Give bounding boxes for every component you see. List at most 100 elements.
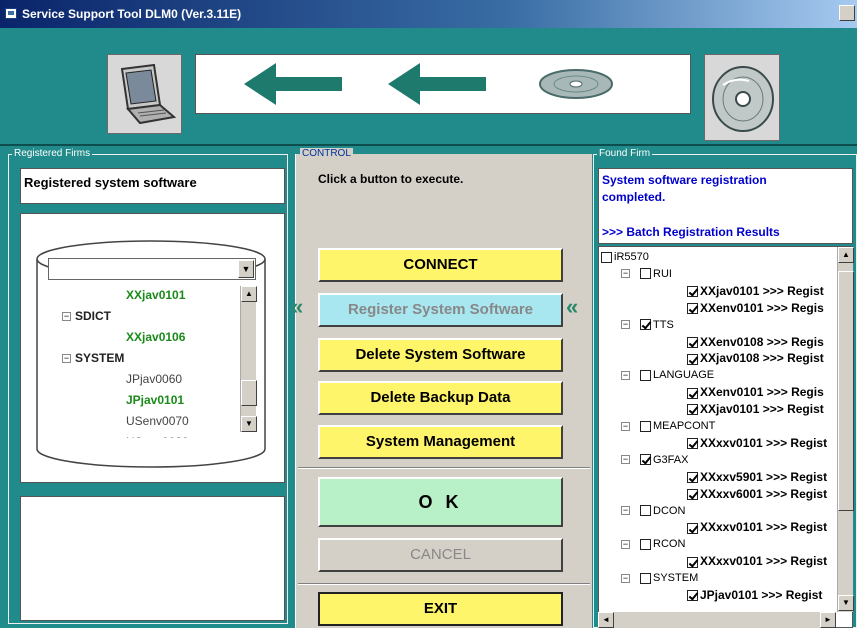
registered-tree-scrollbar[interactable]: ▲ ▼ [240, 286, 257, 432]
tree-item[interactable]: XXenv0101 >>> Regis [687, 300, 824, 317]
collapse-icon[interactable]: − [621, 539, 630, 549]
checkbox[interactable] [687, 438, 698, 450]
scroll-thumb[interactable] [241, 380, 257, 406]
checkbox[interactable] [687, 303, 698, 315]
tree-item-label: RUI [653, 267, 672, 280]
tree-item[interactable]: JPjav0101 [126, 390, 184, 410]
tree-item[interactable]: − MEAPCONT [621, 418, 715, 435]
collapse-icon[interactable]: − [621, 320, 630, 330]
checkbox[interactable] [640, 319, 651, 331]
tree-item[interactable]: JPjav0101 >>> Regist [687, 587, 822, 604]
checkbox[interactable] [640, 454, 651, 466]
collapse-icon[interactable]: − [621, 455, 630, 465]
cancel-button[interactable]: CANCEL [318, 538, 563, 572]
delete-system-software-button[interactable]: Delete System Software [318, 338, 563, 372]
tree-item[interactable]: XXjav0101 [126, 286, 185, 305]
tree-item[interactable]: JPjav0060 [126, 369, 182, 389]
checkbox[interactable] [640, 572, 651, 584]
tree-item[interactable]: − TTS [621, 317, 674, 334]
tree-item[interactable]: XXxxv5901 >>> Regist [687, 469, 827, 486]
tree-item[interactable]: − SYSTEM [621, 570, 698, 587]
close-button[interactable] [839, 5, 855, 21]
checkbox[interactable] [640, 538, 651, 550]
checkbox[interactable] [687, 404, 698, 416]
tree-item-label: iR5570 [614, 251, 649, 263]
tree-item[interactable]: − RUI [621, 266, 672, 283]
tree-item-label: JPjav0101 >>> Regist [700, 588, 823, 602]
tree-item[interactable]: − G3FAX [621, 452, 688, 469]
tree-item[interactable]: XXenv0108 >>> Regis [687, 334, 824, 351]
tree-item-label: TTS [653, 318, 674, 331]
tree-item[interactable]: − LANGUAGE [621, 367, 714, 384]
collapse-icon[interactable]: − [621, 573, 630, 583]
tree-item-label: XXxxv0101 >>> Regist [700, 520, 828, 535]
collapse-icon[interactable]: − [62, 312, 71, 322]
tree-item-label: USenv0080 [126, 435, 189, 438]
tree-item[interactable]: XXxxv0101 >>> Regist [687, 435, 827, 452]
scroll-down-icon[interactable]: ▼ [241, 416, 257, 432]
divider [298, 583, 590, 585]
checkbox[interactable] [601, 251, 612, 263]
scroll-up-icon[interactable]: ▲ [838, 247, 854, 263]
tree-item-label: XXxxv0101 >>> Regist [700, 554, 828, 569]
checkbox[interactable] [687, 556, 698, 568]
chevron-down-icon[interactable]: ▼ [238, 260, 254, 278]
tree-item[interactable]: XXenv0101 >>> Regis [687, 384, 824, 401]
tree-item[interactable]: iR5570 [601, 249, 649, 266]
checkbox[interactable] [687, 590, 698, 602]
collapse-icon[interactable]: − [62, 354, 71, 364]
tree-item[interactable]: XXxxv6001 >>> Regist [687, 486, 827, 503]
tree-item[interactable]: − SDICT [62, 306, 111, 326]
ok-button[interactable]: O K [318, 477, 563, 527]
registered-detail-box [20, 496, 285, 621]
checkbox[interactable] [687, 522, 698, 534]
checkbox[interactable] [640, 420, 651, 432]
scroll-right-icon[interactable]: ► [820, 612, 836, 628]
register-system-software-button[interactable]: Register System Software [318, 293, 563, 327]
tree-item[interactable]: XXjav0106 [126, 327, 185, 347]
registered-tree[interactable]: XXjav0101 − SDICT XXjav0106− SYSTEM JPjav0060… [54, 286, 258, 438]
batch-results-title: >>> Batch Registration Results [602, 225, 780, 239]
tree-item[interactable]: XXxxv0101 >>> Regist [687, 553, 827, 570]
tree-item[interactable]: − SYSTEM [62, 348, 124, 368]
collapse-icon[interactable]: − [621, 506, 630, 516]
checkbox[interactable] [640, 268, 651, 280]
tree-item[interactable]: USenv0070 [126, 411, 189, 431]
tree-item[interactable]: USenv0080 [126, 432, 189, 438]
tree-item-label: XXxxv5901 >>> Regist [700, 469, 828, 484]
checkbox[interactable] [640, 369, 651, 381]
tree-item[interactable]: XXxxv0101 >>> Regist [687, 519, 827, 536]
tree-item[interactable]: XXjav0101 >>> Regist [687, 401, 824, 418]
tree-item[interactable]: − RCON [621, 536, 685, 553]
scroll-down-icon[interactable]: ▼ [838, 595, 854, 611]
scroll-thumb[interactable] [838, 271, 854, 511]
scroll-left-icon[interactable]: ◄ [598, 612, 614, 628]
tree-item-label: LANGUAGE [653, 369, 715, 382]
connect-button[interactable]: CONNECT [318, 248, 563, 282]
checkbox[interactable] [687, 353, 698, 365]
tree-item-label: RCON [653, 538, 686, 551]
delete-backup-data-button[interactable]: Delete Backup Data [318, 381, 563, 415]
collapse-icon[interactable]: − [621, 421, 630, 431]
tree-item[interactable]: XXjav0108 >>> Regist [687, 350, 824, 367]
checkbox[interactable] [687, 488, 698, 500]
tree-item[interactable]: XXjav0101 >>> Regist [687, 283, 824, 300]
batch-results-vscrollbar[interactable]: ▲ ▼ [837, 247, 854, 612]
checkbox[interactable] [640, 505, 651, 517]
laptop-icon [107, 54, 182, 134]
firm-select[interactable]: ▼ [48, 258, 256, 280]
checkbox[interactable] [687, 286, 698, 298]
batch-results-hscrollbar[interactable]: ◄ ► [598, 612, 836, 628]
scroll-up-icon[interactable]: ▲ [241, 286, 257, 302]
tree-item-label: XXjav0108 >>> Regist [700, 351, 824, 366]
batch-results-tree[interactable]: iR5570 − RUI XXjav0101 >>> Regist XXenv0101 … [598, 246, 853, 628]
title-bar: Service Support Tool DLM0 (Ver.3.11E) [0, 0, 857, 28]
collapse-icon[interactable]: − [621, 370, 630, 380]
exit-button[interactable]: EXIT [318, 592, 563, 626]
checkbox[interactable] [687, 336, 698, 348]
system-management-button[interactable]: System Management [318, 425, 563, 459]
checkbox[interactable] [687, 387, 698, 399]
collapse-icon[interactable]: − [621, 269, 630, 279]
checkbox[interactable] [687, 472, 698, 484]
tree-item[interactable]: − DCON [621, 503, 685, 520]
